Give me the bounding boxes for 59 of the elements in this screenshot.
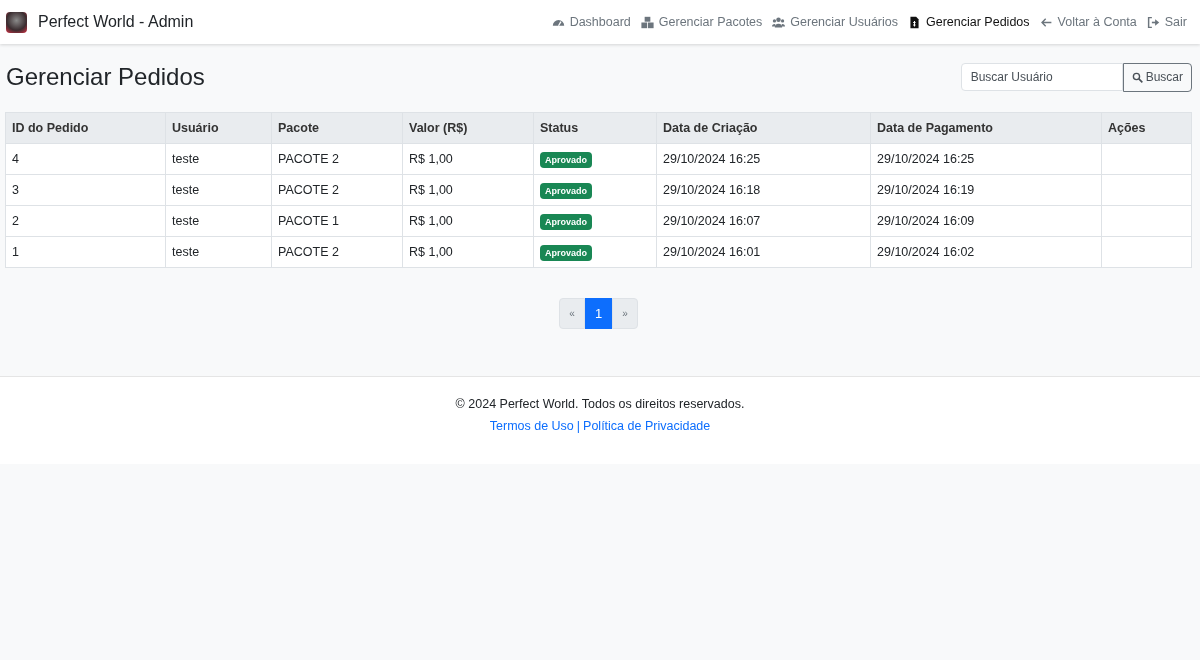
table-cell: 2 — [5, 205, 166, 237]
table-cell: 29/10/2024 16:18 — [656, 174, 871, 206]
column-header: ID do Pedido — [5, 112, 166, 144]
copyright-text: © 2024 Perfect World. Todos os direitos reservados. — [454, 396, 746, 413]
table-cell: R$ 1,00 — [402, 143, 534, 175]
users-icon — [772, 15, 786, 29]
table-cell: R$ 1,00 — [402, 236, 534, 268]
table-cell: R$ 1,00 — [402, 174, 534, 206]
table-cell: 29/10/2024 16:25 — [656, 143, 871, 175]
nav-link[interactable]: Gerenciar Pedidos — [903, 15, 1035, 29]
column-header: Valor (R$) — [402, 112, 534, 144]
status-badge: Aprovado — [540, 245, 592, 261]
separator: | — [576, 419, 581, 433]
table-cell: teste — [165, 174, 272, 206]
status-badge: Aprovado — [540, 183, 592, 199]
column-header: Status — [533, 112, 657, 144]
footer-link[interactable]: Termos de Uso — [489, 419, 574, 433]
table-cell: 29/10/2024 16:09 — [870, 205, 1102, 237]
table-cell: teste — [165, 236, 272, 268]
status-badge: Aprovado — [540, 152, 592, 168]
nav-link[interactable]: Dashboard — [546, 15, 636, 29]
footer-link[interactable]: Política de Privacidade — [583, 419, 711, 433]
document-icon — [908, 15, 921, 29]
nav-link[interactable]: Gerenciar Usuários — [767, 15, 903, 29]
search-button[interactable]: Buscar — [1122, 62, 1192, 92]
column-header: Usuário — [165, 112, 272, 144]
page-title: Gerenciar Pedidos — [6, 63, 205, 91]
logo-icon — [6, 11, 27, 33]
table-cell: 29/10/2024 16:25 — [870, 143, 1102, 175]
column-header: Data de Criação — [656, 112, 871, 144]
brand-name[interactable]: Perfect World - Admin — [38, 13, 194, 31]
table-cell: teste — [165, 143, 272, 175]
table-cell: 3 — [5, 174, 166, 206]
status-badge: Aprovado — [540, 214, 592, 230]
search-icon — [1131, 71, 1143, 83]
column-header: Ações — [1101, 112, 1192, 144]
table-cell: 29/10/2024 16:07 — [656, 205, 871, 237]
table-cell: PACOTE 2 — [271, 143, 403, 175]
table-cell: 4 — [5, 143, 166, 175]
nav-link[interactable]: Gerenciar Pacotes — [635, 15, 768, 29]
table-cell: R$ 1,00 — [402, 205, 534, 237]
column-header: Data de Pagamento — [870, 112, 1102, 144]
table-cell: 29/10/2024 16:01 — [656, 236, 871, 268]
page-link[interactable]: 1 — [585, 298, 612, 329]
nav-link[interactable]: Sair — [1141, 15, 1192, 29]
table-cell: 1 — [5, 236, 166, 268]
column-header: Pacote — [271, 112, 403, 144]
table-cell: PACOTE 1 — [271, 205, 403, 237]
table-cell: PACOTE 2 — [271, 236, 403, 268]
nav-link[interactable]: Voltar à Conta — [1034, 15, 1142, 29]
table-cell: PACOTE 2 — [271, 174, 403, 206]
search-field[interactable]: Buscar Usuário — [960, 62, 1123, 91]
table-cell: 29/10/2024 16:19 — [870, 174, 1102, 206]
page-link[interactable]: » — [612, 298, 638, 329]
boxes-icon — [640, 15, 654, 29]
table-cell: 29/10/2024 16:02 — [870, 236, 1102, 268]
page-link[interactable]: « — [559, 298, 585, 329]
exit-icon — [1146, 15, 1160, 29]
table-cell: teste — [165, 205, 272, 237]
